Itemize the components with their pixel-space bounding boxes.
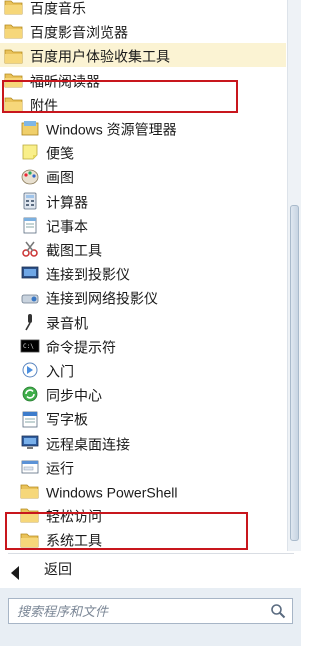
- program-item-16[interactable]: 同步中心: [0, 382, 286, 406]
- item-label: 命令提示符: [46, 339, 116, 356]
- snipping-tool-icon: [20, 240, 40, 258]
- wordpad-icon: [20, 410, 40, 428]
- back-arrow-icon: [10, 561, 20, 589]
- program-item-17[interactable]: 写字板: [0, 406, 286, 430]
- program-item-13[interactable]: 录音机: [0, 310, 286, 334]
- item-label: 写字板: [46, 411, 88, 428]
- command-prompt-icon: C:\: [20, 337, 40, 355]
- item-label: 同步中心: [46, 387, 102, 404]
- program-item-11[interactable]: 连接到投影仪: [0, 261, 286, 285]
- item-label: 百度用户体验收集工具: [30, 48, 170, 65]
- item-label: 计算器: [46, 193, 88, 210]
- program-item-18[interactable]: 远程桌面连接: [0, 431, 286, 455]
- program-item-6[interactable]: 便笺: [0, 140, 286, 164]
- folder-icon: [4, 0, 24, 16]
- run-icon: [20, 458, 40, 476]
- search-icon[interactable]: [270, 603, 286, 619]
- vertical-scrollbar[interactable]: [287, 0, 301, 551]
- back-label: 返回: [44, 561, 72, 577]
- folder-icon: [4, 47, 24, 65]
- search-input[interactable]: [9, 599, 239, 623]
- program-item-5[interactable]: Windows 资源管理器: [0, 116, 286, 140]
- item-label: 连接到投影仪: [46, 266, 130, 283]
- program-item-15[interactable]: 入门: [0, 358, 286, 382]
- item-label: 运行: [46, 460, 74, 477]
- sticky-notes-icon: [20, 143, 40, 161]
- program-item-19[interactable]: 运行: [0, 455, 286, 479]
- microphone-icon: [20, 313, 40, 331]
- svg-text:C:\: C:\: [23, 343, 34, 350]
- program-item-7[interactable]: 画图: [0, 164, 286, 188]
- annotation-box-accessories: [2, 80, 238, 113]
- search-bar-area: [0, 588, 301, 646]
- folder-item-20[interactable]: Windows PowerShell: [0, 479, 286, 503]
- programs-list: 百度音乐 百度影音浏览器 百度用户体验收集工具 福昕阅读器 附件 Windows 资源管理…: [0, 0, 286, 551]
- projector-icon: [20, 264, 40, 282]
- item-label: 百度音乐: [30, 0, 86, 17]
- item-label: 百度影音浏览器: [30, 24, 128, 41]
- folder-item-2[interactable]: 百度用户体验收集工具: [0, 43, 286, 68]
- item-label: 记事本: [46, 218, 88, 235]
- menu-divider: [8, 553, 294, 554]
- back-button[interactable]: 返回: [0, 555, 286, 583]
- program-item-12[interactable]: 连接到网络投影仪: [0, 285, 286, 309]
- folder-item-1[interactable]: 百度影音浏览器: [0, 19, 286, 43]
- item-label: Windows 资源管理器: [46, 121, 177, 138]
- item-label: 截图工具: [46, 242, 102, 259]
- program-item-10[interactable]: 截图工具: [0, 237, 286, 261]
- paint-icon: [20, 168, 40, 186]
- network-projector-icon: [20, 289, 40, 307]
- annotation-box-system-tools: [5, 512, 248, 550]
- item-label: 画图: [46, 169, 74, 186]
- item-label: Windows PowerShell: [46, 484, 178, 501]
- sync-center-icon: [20, 385, 40, 403]
- item-label: 入门: [46, 363, 74, 380]
- explorer-icon: [20, 119, 40, 137]
- calculator-icon: [20, 192, 40, 210]
- folder-item-0[interactable]: 百度音乐: [0, 0, 286, 19]
- program-item-14[interactable]: C:\ 命令提示符: [0, 334, 286, 358]
- item-label: 便笺: [46, 145, 74, 162]
- start-menu-all-programs: 百度音乐 百度影音浏览器 百度用户体验收集工具 福昕阅读器 附件 Windows 资源管理…: [0, 0, 301, 646]
- item-label: 远程桌面连接: [46, 435, 130, 452]
- program-item-9[interactable]: 记事本: [0, 213, 286, 237]
- search-box[interactable]: [8, 598, 293, 624]
- remote-desktop-icon: [20, 434, 40, 452]
- notepad-icon: [20, 216, 40, 234]
- program-item-8[interactable]: 计算器: [0, 189, 286, 213]
- folder-icon: [4, 22, 24, 40]
- scrollbar-thumb[interactable]: [290, 205, 299, 541]
- getting-started-icon: [20, 361, 40, 379]
- item-label: 录音机: [46, 314, 88, 331]
- item-label: 连接到网络投影仪: [46, 290, 158, 307]
- folder-icon: [20, 482, 40, 500]
